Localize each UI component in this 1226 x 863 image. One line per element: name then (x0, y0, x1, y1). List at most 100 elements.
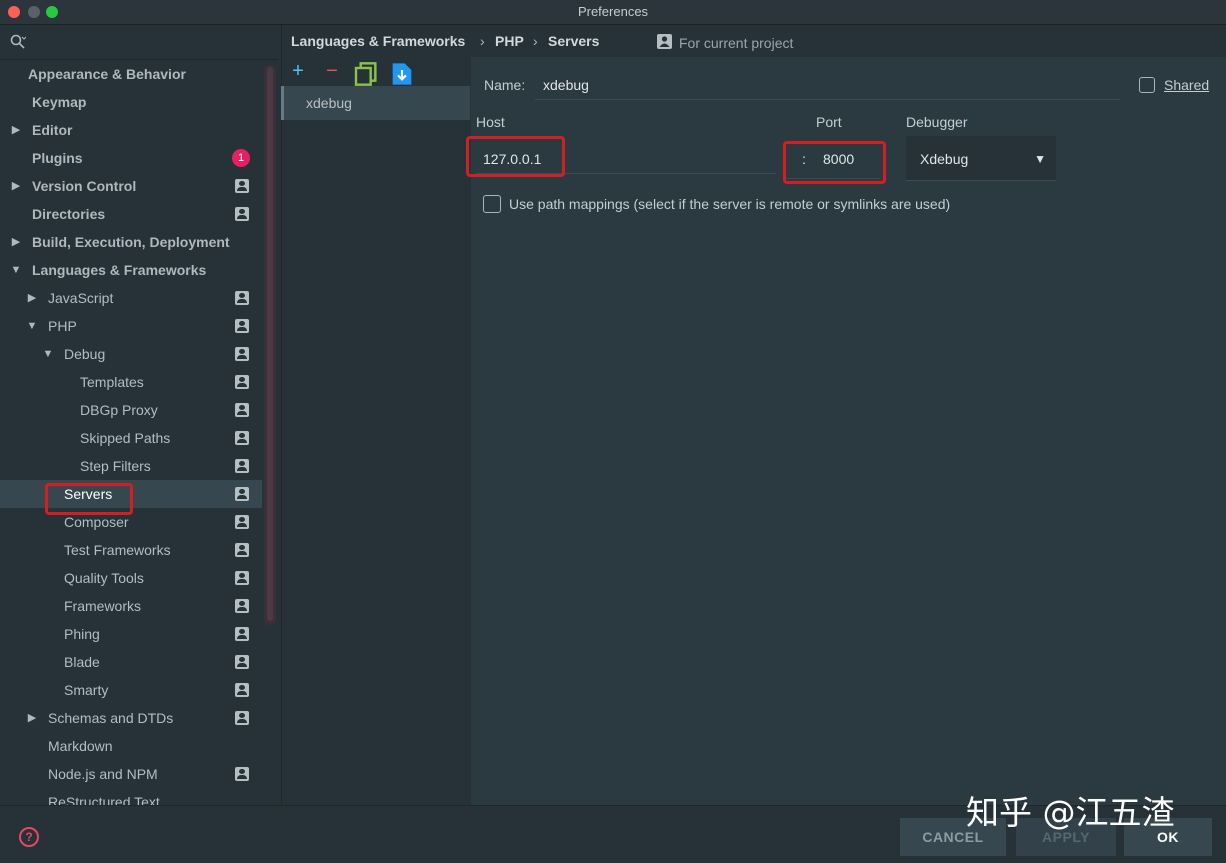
sidebar-item[interactable]: ReStructured Text (0, 788, 262, 805)
sidebar-item[interactable]: Frameworks (0, 592, 262, 620)
scrollbar-thumb[interactable] (267, 67, 273, 621)
sidebar-item-label: Phing (64, 626, 100, 642)
collapsed-arrow-icon[interactable]: ▶ (10, 172, 22, 200)
sidebar-item-label: Version Control (32, 178, 137, 194)
settings-search-input[interactable] (0, 25, 278, 60)
sidebar-item[interactable]: Directories (0, 200, 262, 228)
sidebar-item[interactable]: ▶ JavaScript (0, 284, 262, 312)
sidebar-item[interactable]: Node.js and NPM (0, 760, 262, 788)
sidebar-item-label: Test Frameworks (64, 542, 171, 558)
sidebar-item[interactable]: Quality Tools (0, 564, 262, 592)
name-field[interactable]: xdebug (543, 77, 589, 93)
expanded-arrow-icon[interactable]: ▼ (26, 312, 38, 340)
settings-tree[interactable]: Appearance & Behavior Keymap ▶ Editor Plugin… (0, 60, 262, 805)
breadcrumb-php[interactable]: PHP (495, 25, 524, 57)
collapsed-arrow-icon[interactable]: ▶ (10, 228, 22, 256)
search-icon (10, 34, 26, 49)
scope-label: For current project (679, 35, 794, 51)
debugger-label: Debugger (906, 114, 968, 130)
sidebar-item-label: DBGp Proxy (80, 402, 158, 418)
expanded-arrow-icon[interactable]: ▼ (42, 340, 54, 368)
sidebar-item-label: Editor (32, 122, 73, 138)
sidebar-item-label: Directories (32, 206, 106, 222)
update-count-badge: 1 (232, 149, 250, 167)
sidebar-item-label: Skipped Paths (80, 430, 171, 446)
host-label: Host (476, 114, 505, 130)
chevron-down-icon: ▼ (1034, 152, 1046, 166)
sidebar-item-label: Blade (64, 654, 100, 670)
shared-checkbox[interactable] (1139, 77, 1155, 93)
project-scope-icon (235, 543, 249, 557)
project-scope-icon (235, 431, 249, 445)
project-scope-icon (235, 627, 249, 641)
sidebar-item[interactable]: ▶ Schemas and DTDs (0, 704, 262, 732)
project-scope-icon (235, 683, 249, 697)
breadcrumb-servers[interactable]: Servers (548, 25, 599, 57)
sidebar-item[interactable]: Step Filters (0, 452, 262, 480)
name-label: Name: (484, 77, 526, 93)
window-title: Preferences (577, 4, 649, 19)
sidebar-item[interactable]: Test Frameworks (0, 536, 262, 564)
sidebar-item-label: Templates (80, 374, 144, 390)
project-scope-icon (235, 179, 249, 193)
path-mappings-checkbox[interactable] (483, 195, 501, 213)
sidebar-item[interactable]: DBGp Proxy (0, 396, 262, 424)
path-mappings-label[interactable]: Use path mappings (select if the server … (509, 196, 950, 212)
sidebar-item[interactable]: Markdown (0, 732, 262, 760)
sidebar-item-label: Build, Execution, Deployment (32, 234, 230, 250)
sidebar-item[interactable]: Keymap (0, 88, 262, 116)
collapsed-arrow-icon[interactable]: ▶ (26, 704, 38, 732)
expanded-arrow-icon[interactable]: ▼ (10, 256, 22, 284)
sidebar-item[interactable]: Phing (0, 620, 262, 648)
copy-server-icon[interactable] (354, 62, 378, 86)
sidebar-item-label: Frameworks (64, 598, 142, 614)
sidebar-item[interactable]: Skipped Paths (0, 424, 262, 452)
sidebar-item[interactable]: ▶ Build, Execution, Deployment (0, 228, 262, 256)
project-scope-icon (235, 291, 249, 305)
sidebar-item[interactable]: Plugins 1 (0, 144, 262, 172)
sidebar-item[interactable]: ▶ Version Control (0, 172, 262, 200)
close-window-button[interactable] (8, 6, 20, 18)
collapsed-arrow-icon[interactable]: ▶ (10, 116, 22, 144)
project-scope-icon (235, 767, 249, 781)
shared-label[interactable]: Shared (1164, 77, 1209, 93)
port-label: Port (816, 114, 842, 130)
debugger-dropdown[interactable]: Xdebug ▼ (906, 136, 1056, 181)
sidebar-item[interactable]: Smarty (0, 676, 262, 704)
servers-list-panel (281, 25, 471, 805)
sidebar-item[interactable]: ▶ Editor (0, 116, 262, 144)
settings-sidebar: Appearance & Behavior Keymap ▶ Editor Plugin… (0, 25, 280, 805)
sidebar-item[interactable]: Appearance & Behavior (0, 60, 262, 88)
project-scope-icon (235, 347, 249, 361)
collapsed-arrow-icon[interactable]: ▶ (26, 284, 38, 312)
import-server-icon[interactable] (390, 62, 414, 86)
help-icon[interactable]: ? (19, 827, 39, 847)
sidebar-item[interactable]: ▼ Debug (0, 340, 262, 368)
server-list-item[interactable]: xdebug (281, 86, 470, 120)
sidebar-item[interactable]: ▼ Languages & Frameworks (0, 256, 262, 284)
sidebar-item[interactable]: Templates (0, 368, 262, 396)
servers-toolbar: + − (281, 57, 470, 86)
sidebar-item-label: Node.js and NPM (48, 766, 158, 782)
minimize-window-button[interactable] (28, 6, 40, 18)
breadcrumb: Languages & Frameworks › PHP › Servers F… (291, 25, 1221, 57)
sidebar-item[interactable]: Blade (0, 648, 262, 676)
sidebar-item-label: Plugins (32, 150, 83, 166)
sidebar-item[interactable]: ▼ PHP (0, 312, 262, 340)
name-field-underline (535, 99, 1120, 100)
breadcrumb-languages[interactable]: Languages & Frameworks (291, 25, 465, 57)
debugger-value: Xdebug (920, 151, 969, 167)
title-bar: Preferences (0, 0, 1226, 25)
project-scope-icon (235, 403, 249, 417)
add-server-button[interactable]: + (286, 59, 310, 83)
zoom-window-button[interactable] (46, 6, 58, 18)
sidebar-scrollbar[interactable] (264, 65, 276, 625)
project-scope-icon (235, 487, 249, 501)
project-scope-icon (235, 515, 249, 529)
remove-server-button[interactable]: − (320, 59, 344, 83)
sidebar-item-label: Markdown (48, 738, 113, 754)
servers-highlight (45, 483, 133, 515)
sidebar-item-label: Schemas and DTDs (48, 710, 174, 726)
sidebar-item-label: Languages & Frameworks (32, 262, 207, 278)
project-scope-icon (235, 599, 249, 613)
